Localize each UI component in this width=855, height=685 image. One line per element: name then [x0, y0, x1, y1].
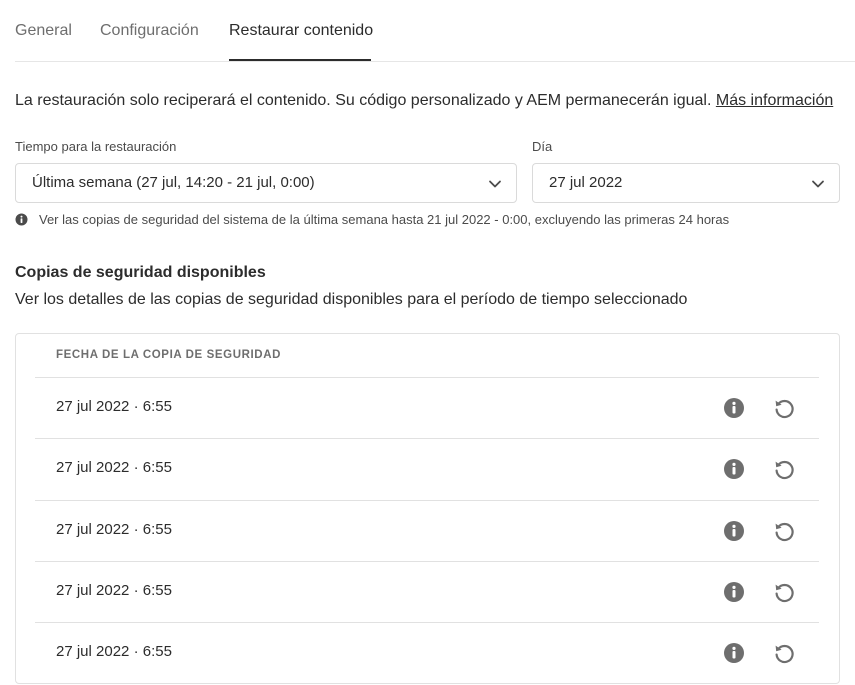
info-button[interactable] — [722, 580, 746, 604]
time-range-value: Última semana (27 jul, 14:20 - 21 jul, 0… — [32, 174, 315, 191]
tab-restaurar-contenido[interactable]: Restaurar contenido — [229, 22, 373, 40]
info-icon — [724, 520, 744, 541]
restore-icon — [775, 522, 794, 541]
day-field-label: Día — [532, 139, 553, 154]
restore-button[interactable] — [772, 457, 796, 481]
tab-configuracion[interactable]: Configuración — [100, 22, 199, 40]
backup-date: 27 jul 2022 · 6:55 — [56, 581, 172, 599]
table-row: 27 jul 2022 · 6:55 — [35, 438, 819, 499]
helper-text: Ver las copias de seguridad del sistema … — [39, 211, 730, 227]
restore-content-page: General Configuración Restaurar contenid… — [0, 0, 855, 685]
backups-rows: 27 jul 2022 · 6:55 27 jul 2022 · 6:55 27… — [35, 377, 819, 683]
info-icon — [724, 581, 744, 602]
backup-date: 27 jul 2022 · 6:55 — [56, 459, 172, 477]
restore-button[interactable] — [772, 641, 796, 665]
backups-table: FECHA DE LA COPIA DE SEGURIDAD 27 jul 20… — [15, 333, 840, 684]
column-header-backup-date: FECHA DE LA COPIA DE SEGURIDAD — [56, 349, 282, 361]
restore-button[interactable] — [772, 396, 796, 420]
day-picker[interactable]: 27 jul 2022 — [532, 163, 840, 203]
chevron-down-icon — [812, 180, 824, 188]
restore-button[interactable] — [772, 519, 796, 543]
table-row: 27 jul 2022 · 6:55 — [35, 622, 819, 683]
restore-icon — [775, 461, 794, 480]
time-field-label: Tiempo para la restauración — [15, 139, 177, 154]
intro-text: La restauración solo reciperará el conte… — [15, 92, 833, 110]
info-icon — [724, 643, 744, 664]
chevron-down-icon — [489, 180, 501, 188]
time-range-picker[interactable]: Última semana (27 jul, 14:20 - 21 jul, 0… — [15, 163, 517, 203]
day-value: 27 jul 2022 — [549, 174, 623, 191]
info-icon — [724, 459, 744, 480]
table-row: 27 jul 2022 · 6:55 — [35, 499, 819, 561]
table-row: 27 jul 2022 · 6:55 — [35, 560, 819, 622]
restore-button[interactable] — [772, 580, 796, 604]
backup-date: 27 jul 2022 · 6:55 — [56, 520, 172, 538]
helper-text-row: Ver las copias de seguridad del sistema … — [15, 210, 729, 228]
more-info-link[interactable]: Más información — [716, 92, 833, 109]
restore-icon — [775, 399, 794, 419]
info-icon — [15, 213, 28, 225]
backup-date: 27 jul 2022 · 6:55 — [56, 643, 172, 661]
table-row: 27 jul 2022 · 6:55 — [35, 377, 819, 438]
info-icon — [724, 398, 744, 418]
info-button[interactable] — [722, 519, 746, 543]
section-description: Ver los detalles de las copias de seguri… — [15, 291, 688, 308]
backup-date: 27 jul 2022 · 6:55 — [56, 398, 172, 415]
section-title: Copias de seguridad disponibles — [15, 264, 266, 281]
info-button[interactable] — [722, 457, 746, 481]
restore-icon — [775, 583, 794, 603]
tab-general[interactable]: General — [15, 22, 72, 40]
active-tab-indicator — [229, 59, 371, 61]
info-button[interactable] — [722, 396, 746, 420]
restore-icon — [775, 645, 794, 664]
info-button[interactable] — [722, 641, 746, 665]
tab-bar: General Configuración Restaurar contenid… — [15, 0, 855, 62]
intro-message: La restauración solo reciperará el conte… — [15, 92, 712, 109]
